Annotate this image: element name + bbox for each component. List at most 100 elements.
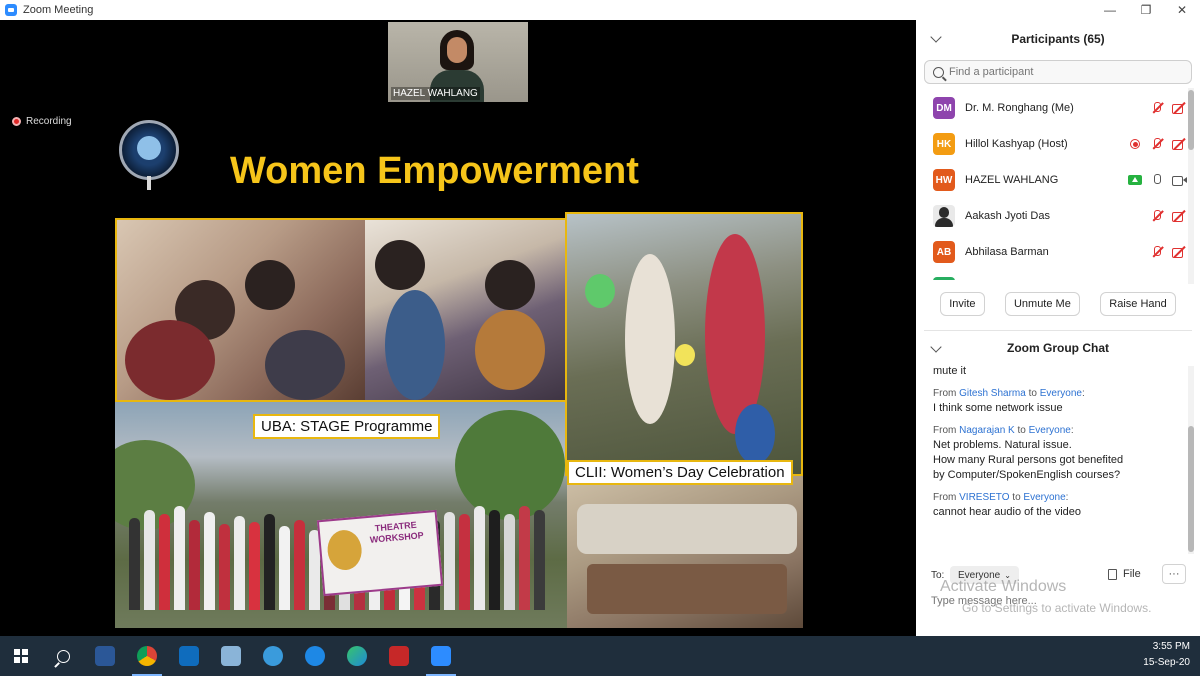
window-titlebar: Zoom Meeting — ❐ ✕ [0,0,1200,20]
recording-status-icon [1128,137,1142,151]
clock-time: 3:55 PM [1152,641,1190,652]
avatar [933,277,955,280]
participant-name: Dr. M. Ronghang (Me) [965,102,1074,114]
participant-row[interactable]: DM Dr. M. Ronghang (Me) [916,90,1186,126]
chevron-down-icon[interactable] [930,31,942,43]
participant-search[interactable] [924,60,1192,84]
banner-text: THEATRE WORKSHOP [369,519,425,545]
taskbar-mail[interactable] [168,636,210,676]
chat-message-text: How many Rural persons got benefited [933,454,1124,466]
participant-row[interactable]: Aakash Jyoti Das [916,198,1186,234]
raise-hand-button[interactable]: Raise Hand [1100,292,1176,316]
participant-row[interactable]: HK Hillol Kashyap (Host) [916,126,1186,162]
word-icon [95,646,115,666]
avatar: DM [933,97,955,119]
start-button[interactable] [0,636,42,676]
photo-classroom [567,474,803,628]
scrollbar-thumb[interactable] [1188,90,1194,150]
taskbar-search-button[interactable] [42,636,84,676]
participants-header[interactable]: Participants (65) [916,20,1200,58]
compass-icon [305,646,325,666]
more-options-button[interactable]: ··· [1162,564,1186,584]
chat-message-text: by Computer/SpokenEnglish courses? [933,469,1121,481]
mic-muted-icon[interactable] [1150,137,1164,151]
clock-date: 15-Sep-20 [1143,657,1190,668]
participant-scrollbar[interactable] [1188,88,1194,284]
chevron-down-icon[interactable] [930,341,942,353]
chat-message-text: mute it [933,365,967,377]
close-button[interactable]: ✕ [1164,0,1200,20]
chat-message: From Gitesh Sharma to Everyone: I think … [933,387,1183,416]
internet-explorer-icon [263,646,283,666]
chrome-icon [137,646,157,666]
shared-screen-area: HAZEL WAHLANG Recording Women Empowermen… [0,20,916,636]
taskbar-pdf[interactable] [378,636,420,676]
taskbar-paint[interactable] [210,636,252,676]
windows-logo-icon [14,649,28,663]
mic-muted-icon[interactable] [1150,245,1164,259]
active-speaker-video[interactable]: HAZEL WAHLANG [388,22,528,102]
window-controls: — ❐ ✕ [1092,0,1200,20]
chat-recipient[interactable]: Everyone [1029,425,1071,436]
taskbar-word[interactable] [84,636,126,676]
university-logo [119,120,179,190]
side-panel: Participants (65) DM Dr. M. Ronghang (Me… [916,20,1200,636]
theatre-workshop-banner: THEATRE WORKSHOP [316,509,444,597]
chevron-down-icon: ⌄ [1004,570,1011,580]
video-off-icon[interactable] [1172,137,1186,151]
chat-message-text: cannot hear audio of the video [933,506,1082,518]
mic-muted-icon[interactable] [1150,101,1164,115]
chat-recipient[interactable]: Everyone [1023,492,1065,503]
speaker-figure [430,30,484,102]
mic-icon[interactable] [1150,173,1164,187]
chat-header[interactable]: Zoom Group Chat [916,334,1200,362]
avatar: HK [933,133,955,155]
photo-frame-left [115,218,567,402]
chat-recipient[interactable]: Everyone [1040,388,1082,399]
taskbar-zoom[interactable] [420,636,462,676]
chat-sender[interactable]: Nagarajan K [959,425,1015,436]
file-button[interactable]: File [1108,568,1141,580]
video-off-icon[interactable] [1172,101,1186,115]
chat-message-text: I think some network issue [933,402,1063,414]
chat-messages: mute it From Gitesh Sharma to Everyone: … [933,364,1183,552]
record-icon [12,117,21,126]
chat-sender[interactable]: VIRESETO [959,492,1009,503]
restore-button[interactable]: ❐ [1128,0,1164,20]
chat-message-input[interactable] [931,592,1181,610]
participant-row-partial[interactable] [916,270,1186,280]
pdf-icon [389,646,409,666]
participant-actions: Invite Unmute Me Raise Hand [916,292,1200,320]
participant-row[interactable]: AB Abhilasa Barman [916,234,1186,270]
recipient-value: Everyone [958,569,1001,581]
invite-button[interactable]: Invite [940,292,985,316]
taskbar-ie[interactable] [252,636,294,676]
taskbar-clock[interactable]: 3:55 PM 15-Sep-20 [1143,639,1190,671]
minimize-button[interactable]: — [1092,0,1128,20]
participant-row[interactable]: HW HAZEL WAHLANG [916,162,1187,198]
video-off-icon[interactable] [1172,209,1186,223]
participant-search-input[interactable] [949,66,1169,78]
video-camera-icon[interactable] [1172,173,1187,187]
file-label: File [1123,568,1141,580]
taskbar-edge[interactable] [336,636,378,676]
chat-message: From VIRESETO to Everyone: cannot hear a… [933,491,1183,520]
scrollbar-thumb[interactable] [1188,426,1194,552]
taskbar-safari[interactable] [294,636,336,676]
mic-muted-icon[interactable] [1150,209,1164,223]
chat-scrollbar[interactable] [1188,366,1194,554]
paint-icon [221,646,241,666]
recording-indicator[interactable]: Recording [12,116,72,127]
screen-share-icon [1128,175,1142,185]
unmute-me-button[interactable]: Unmute Me [1004,292,1080,316]
video-off-icon[interactable] [1172,245,1186,259]
avatar-photo-body [935,218,953,227]
speaker-name-label: HAZEL WAHLANG [391,87,480,100]
recipient-select[interactable]: Everyone ⌄ [950,566,1019,584]
taskbar-chrome[interactable] [126,636,168,676]
avatar-photo-head [939,207,949,218]
chat-footer: To: Everyone ⌄ File ··· Activate Windows… [916,558,1200,636]
chat-sender[interactable]: Gitesh Sharma [959,388,1026,399]
photo-frame-right [565,212,803,476]
to-label: To: [931,570,945,581]
